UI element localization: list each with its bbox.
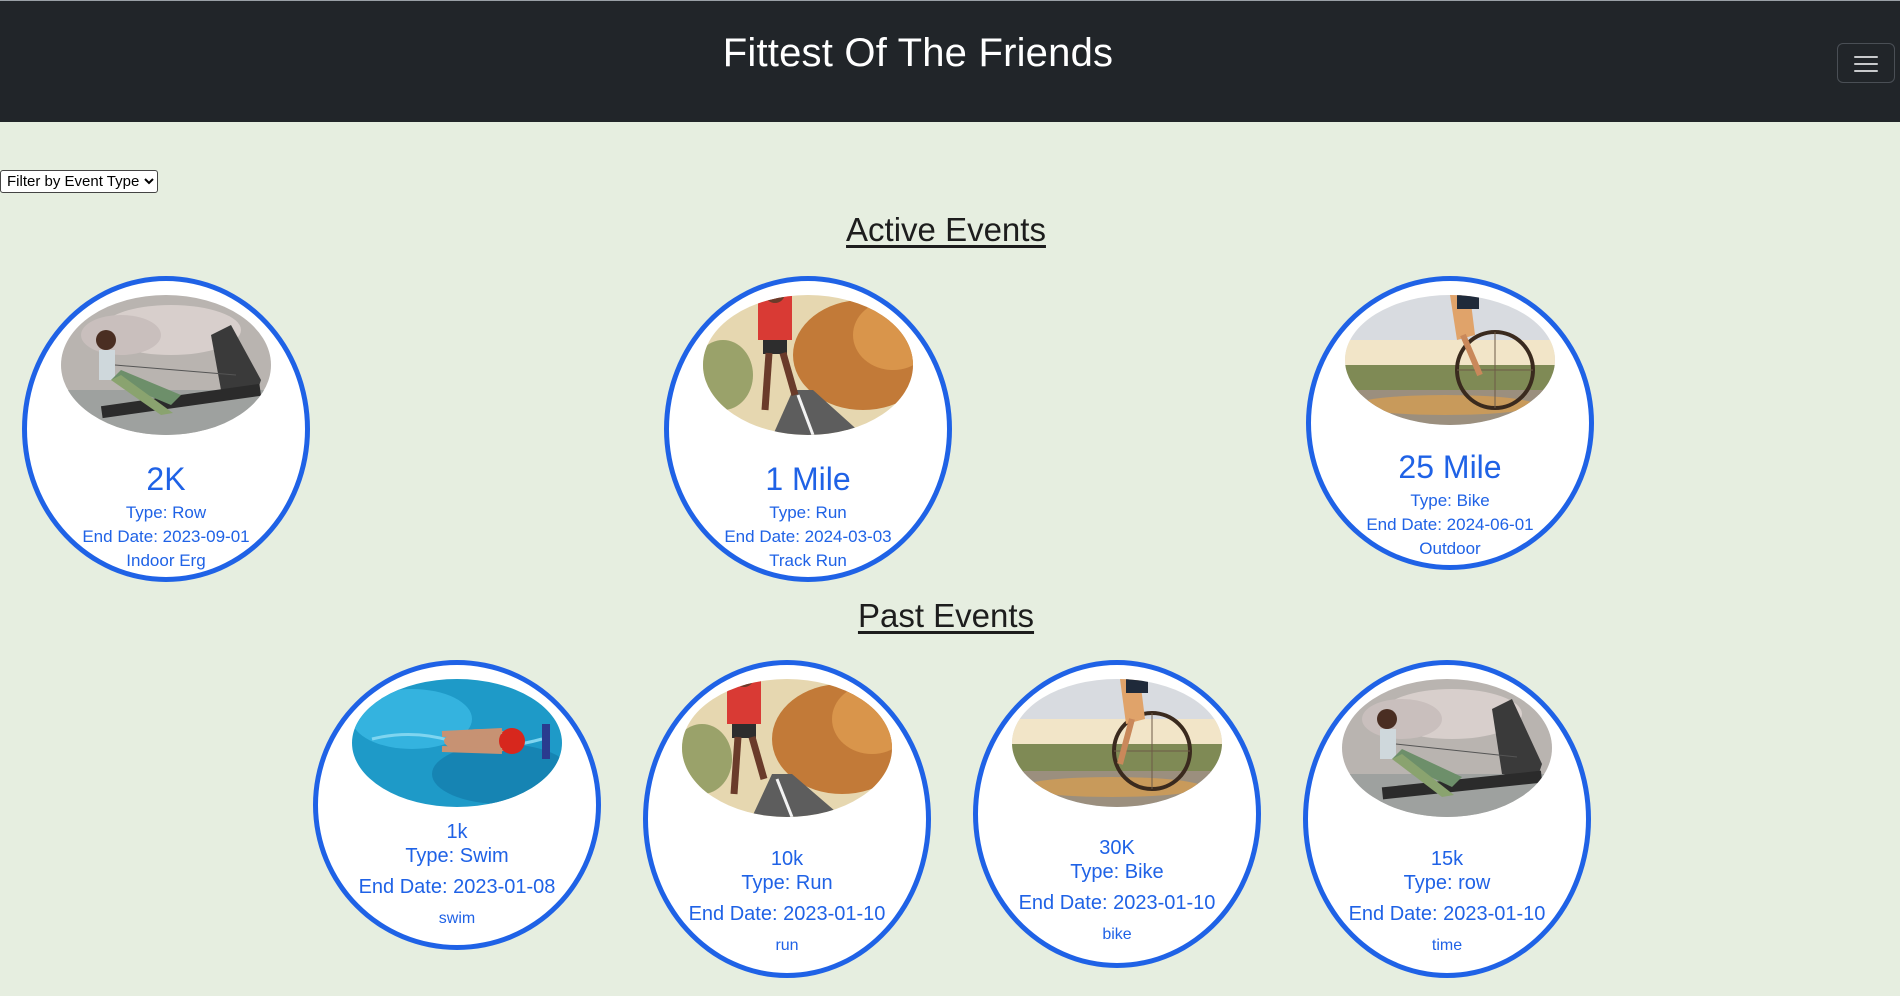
event-note: Track Run	[769, 551, 847, 570]
event-card-active[interactable]: 1 Mile Type: Run End Date: 2024-03-03 Tr…	[664, 276, 952, 582]
event-end-date: End Date: 2024-06-01	[1366, 515, 1534, 534]
event-end-date: End Date: 2023-09-01	[82, 527, 250, 546]
running-photo	[682, 679, 892, 817]
event-note: swim	[438, 910, 476, 927]
event-card-active[interactable]: 25 Mile Type: Bike End Date: 2024-06-01 …	[1306, 276, 1594, 570]
event-card-past[interactable]: 15k Type: row End Date: 2023-01-10 time	[1303, 660, 1591, 978]
event-end-date: End Date: 2023-01-10	[688, 903, 886, 925]
past-events-heading: Past Events	[857, 597, 1035, 634]
rowing-photo	[1342, 679, 1552, 817]
event-card-past[interactable]: 1k Type: Swim End Date: 2023-01-08 swim	[313, 660, 601, 950]
event-note: Indoor Erg	[126, 551, 206, 570]
navbar: Fittest Of The Friends	[0, 0, 1900, 122]
running-photo	[703, 295, 913, 435]
event-end-date: End Date: 2023-01-08	[358, 876, 556, 898]
event-card-past[interactable]: 10k Type: Run End Date: 2023-01-10 run	[643, 660, 931, 978]
event-name: 30K	[1099, 837, 1135, 859]
hamburger-icon	[1854, 56, 1878, 58]
event-end-date: End Date: 2023-01-10	[1018, 892, 1216, 914]
event-note: run	[775, 937, 799, 954]
app-title: Fittest Of The Friends	[722, 31, 1114, 75]
event-note: Outdoor	[1419, 539, 1481, 558]
event-end-date: End Date: 2023-01-10	[1348, 903, 1546, 925]
cycling-photo	[1012, 679, 1222, 807]
active-events-heading: Active Events	[846, 211, 1046, 248]
cycling-photo	[1345, 295, 1555, 425]
menu-toggle-button[interactable]	[1837, 43, 1895, 83]
event-type: Type: Run	[741, 872, 833, 894]
event-name: 15k	[1430, 848, 1464, 870]
event-card-past[interactable]: 30K Type: Bike End Date: 2023-01-10 bike	[973, 660, 1261, 968]
event-end-date: End Date: 2024-03-03	[724, 527, 892, 546]
swimming-photo	[352, 679, 562, 807]
event-name: 1 Mile	[765, 461, 851, 497]
event-type: Type: row	[1403, 872, 1491, 894]
event-type-filter[interactable]: Filter by Event Type	[0, 170, 158, 193]
event-name: 1k	[446, 821, 468, 843]
event-type: Type: Row	[125, 503, 207, 522]
event-type: Type: Bike	[1070, 861, 1164, 883]
event-note: time	[1431, 937, 1463, 954]
event-card-active[interactable]: 2K Type: Row End Date: 2023-09-01 Indoor…	[22, 276, 310, 582]
event-type: Type: Bike	[1410, 491, 1490, 510]
event-type: Type: Run	[769, 503, 847, 522]
event-type: Type: Swim	[405, 845, 509, 867]
event-note: bike	[1102, 926, 1132, 943]
event-name: 10k	[770, 848, 804, 870]
event-name: 2K	[146, 461, 186, 497]
event-name: 25 Mile	[1398, 449, 1502, 485]
rowing-photo	[61, 295, 271, 435]
